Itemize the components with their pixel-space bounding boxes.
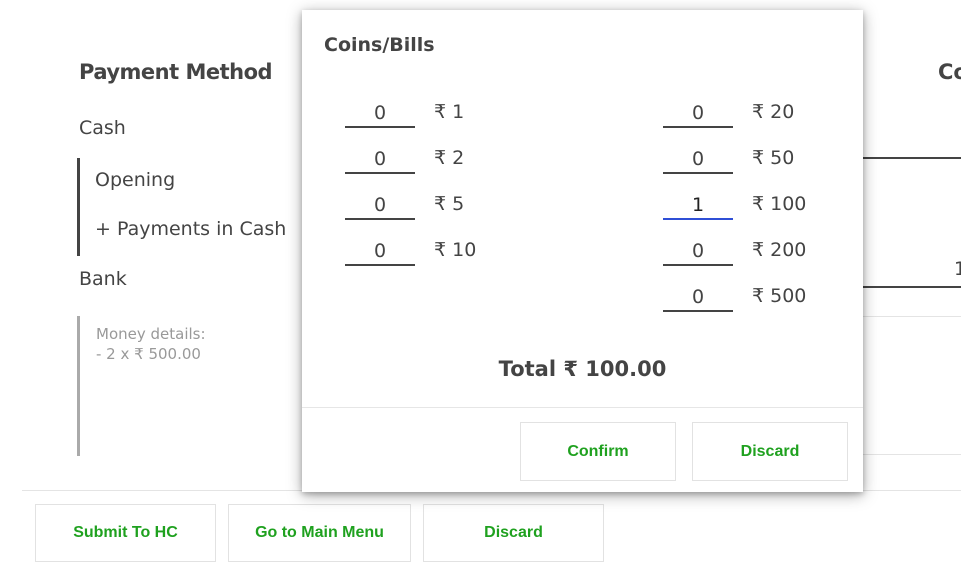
right-divider xyxy=(862,454,961,455)
denomination-label: ₹ 200 xyxy=(752,239,807,261)
right-column-heading: Co xyxy=(938,60,961,84)
count-input-5[interactable] xyxy=(345,192,415,220)
payments-in-cash-label: + Payments in Cash xyxy=(95,218,287,240)
total-amount: Total ₹ 100.00 xyxy=(498,357,667,381)
opening-label: Opening xyxy=(95,169,176,191)
count-input-20[interactable] xyxy=(663,100,733,128)
denomination-label: ₹ 20 xyxy=(752,101,795,123)
count-input-10[interactable] xyxy=(345,238,415,266)
dialog-title: Coins/Bills xyxy=(324,34,435,56)
right-divider xyxy=(862,286,961,288)
discard-footer-button[interactable]: Discard xyxy=(423,504,604,562)
money-details-text: Money details: - 2 x ₹ 500.00 xyxy=(96,325,206,363)
denomination-label: ₹ 1 xyxy=(434,101,465,123)
dialog-divider xyxy=(302,407,863,408)
payment-method-heading: Payment Method xyxy=(79,60,273,84)
coins-bills-dialog: Coins/Bills ₹ 1 ₹ 2 ₹ 5 ₹ 10 ₹ 20 ₹ 50 ₹… xyxy=(302,10,863,492)
count-input-500[interactable] xyxy=(663,284,733,312)
right-value: 1 xyxy=(954,258,961,280)
cash-label: Cash xyxy=(79,117,126,139)
denomination-label: ₹ 50 xyxy=(752,147,795,169)
right-divider xyxy=(862,157,961,159)
denomination-label: ₹ 2 xyxy=(434,147,465,169)
count-input-2[interactable] xyxy=(345,146,415,174)
denomination-label: ₹ 5 xyxy=(434,193,465,215)
bank-group: Money details: - 2 x ₹ 500.00 xyxy=(77,316,310,456)
right-divider xyxy=(862,316,961,317)
discard-dialog-button[interactable]: Discard xyxy=(692,422,848,481)
submit-to-hc-button[interactable]: Submit To HC xyxy=(35,504,216,562)
go-to-main-menu-button[interactable]: Go to Main Menu xyxy=(228,504,411,562)
count-input-50[interactable] xyxy=(663,146,733,174)
denomination-label: ₹ 500 xyxy=(752,285,807,307)
denomination-label: ₹ 100 xyxy=(752,193,807,215)
denomination-label: ₹ 10 xyxy=(434,239,477,261)
count-input-1[interactable] xyxy=(345,100,415,128)
count-input-100[interactable] xyxy=(663,192,733,220)
count-input-200[interactable] xyxy=(663,238,733,266)
confirm-button[interactable]: Confirm xyxy=(520,422,676,481)
bank-label: Bank xyxy=(79,268,127,290)
